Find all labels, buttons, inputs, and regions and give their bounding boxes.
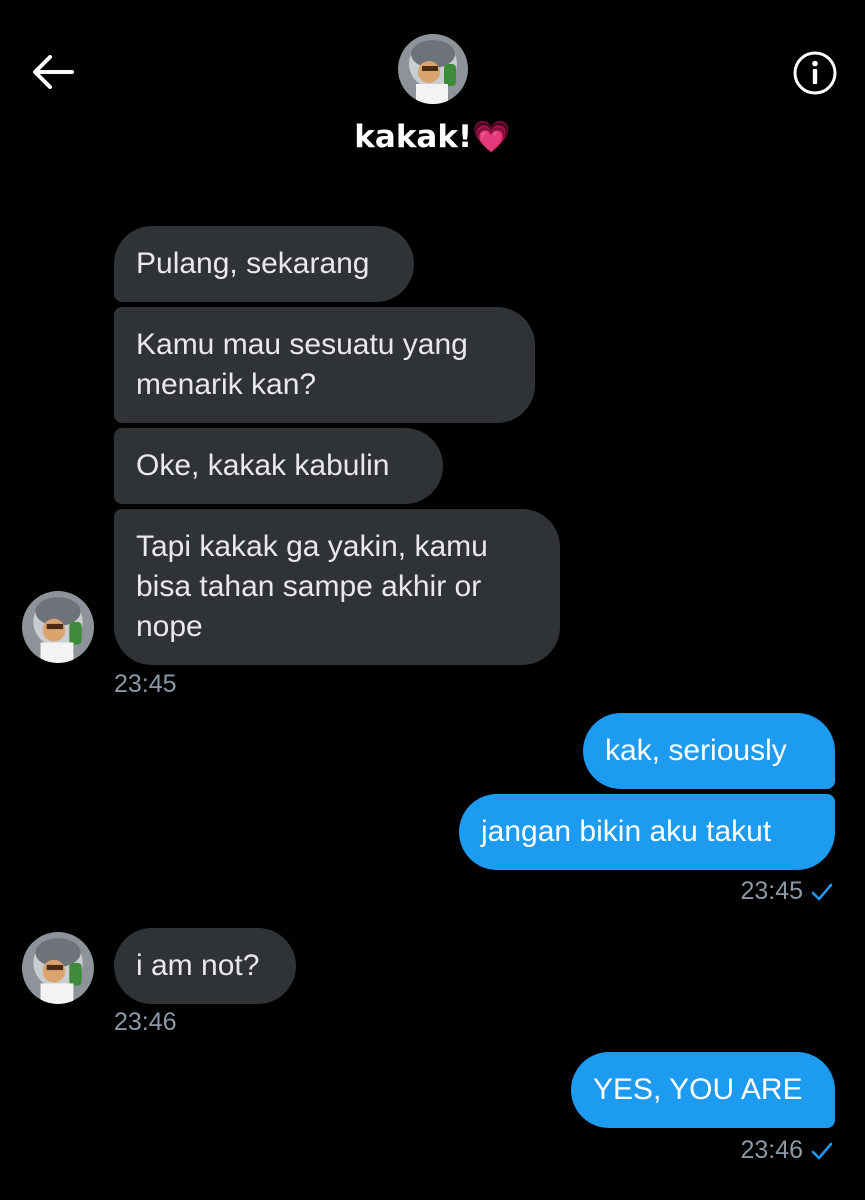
incoming-message[interactable]: Pulang, sekarang (114, 226, 414, 302)
check-icon (811, 883, 833, 900)
message-status: 23:46 (740, 1136, 835, 1165)
outgoing-message[interactable]: YES, YOU ARE (571, 1052, 835, 1128)
info-icon (793, 51, 837, 95)
message-text: jangan bikin aku takut (481, 815, 772, 848)
check-icon (811, 1142, 833, 1159)
message-timestamp: 23:46 (740, 1136, 803, 1164)
back-arrow-icon (33, 55, 74, 89)
message-text: Oke, kakak kabulin (136, 449, 390, 482)
message-text: menarik kan? (136, 368, 317, 401)
incoming-message[interactable]: Kamu mau sesuatu yang menarik kan? (114, 307, 535, 423)
message-text: i am not? (136, 949, 260, 982)
message-text: YES, YOU ARE (593, 1073, 803, 1106)
outgoing-message[interactable]: jangan bikin aku takut (459, 794, 835, 870)
message-timestamp: 23:46 (114, 1008, 177, 1036)
info-button[interactable] (792, 50, 838, 96)
message-text: nope (136, 610, 203, 643)
incoming-message[interactable]: i am not? (114, 928, 296, 1004)
incoming-message[interactable]: Oke, kakak kabulin (114, 428, 443, 504)
message-timestamp: 23:45 (114, 670, 177, 698)
contact-avatar[interactable] (398, 34, 468, 104)
incoming-message[interactable]: Tapi kakak ga yakin, kamu bisa tahan sam… (114, 509, 560, 665)
message-text: Kamu mau sesuatu yang (136, 328, 468, 361)
message-text: bisa tahan sampe akhir or (136, 570, 482, 603)
message-text: Pulang, sekarang (136, 247, 370, 280)
outgoing-message[interactable]: kak, seriously (583, 713, 835, 789)
message-status: 23:45 (740, 877, 835, 906)
sender-avatar[interactable] (22, 591, 94, 663)
message-text: Tapi kakak ga yakin, kamu (136, 530, 488, 563)
message-text: kak, seriously (605, 734, 787, 767)
back-button[interactable] (28, 50, 76, 94)
sender-avatar[interactable] (22, 932, 94, 1004)
conversation-title: kakak!💗 (354, 119, 511, 155)
message-timestamp: 23:45 (740, 877, 803, 905)
